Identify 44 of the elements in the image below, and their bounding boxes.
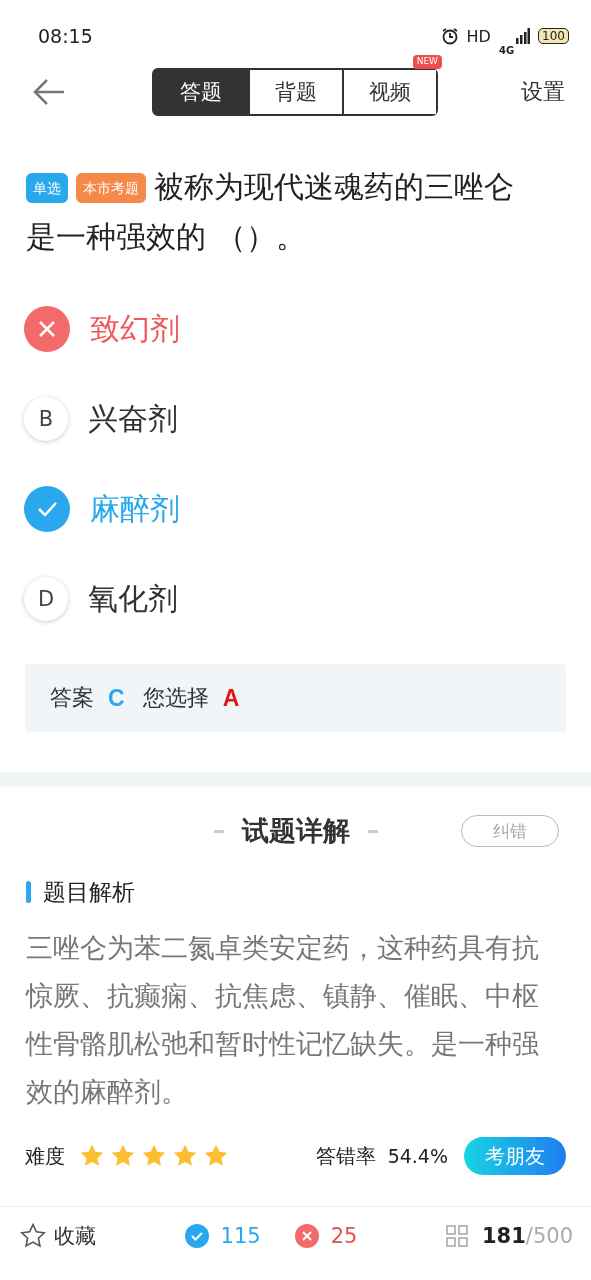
answer-label: 答案: [50, 684, 94, 712]
choice-label: 您选择: [142, 684, 209, 712]
settings-link[interactable]: 设置: [521, 77, 565, 107]
check-icon: [184, 1224, 209, 1248]
tab[interactable]: 答题: [154, 70, 248, 114]
correct-count: 115: [220, 1224, 261, 1248]
star-outline-icon[interactable]: [20, 1223, 46, 1249]
star-icon: [110, 1143, 136, 1169]
status-time: 08:15: [38, 25, 93, 47]
hd-indicator: HD: [466, 26, 491, 46]
question-tag: 单选: [26, 173, 68, 203]
star-icon: [172, 1143, 198, 1169]
chosen-answer: A: [222, 684, 240, 712]
network-type: 4G: [498, 44, 515, 56]
cross-icon: [294, 1224, 319, 1248]
star-icon: [79, 1143, 105, 1169]
star-icon: [141, 1143, 167, 1169]
alarm-icon: [440, 27, 459, 45]
error-rate-label: 答错率: [315, 1142, 376, 1170]
error-rate: 54.4%: [387, 1145, 448, 1167]
signal-icon: [516, 28, 531, 44]
back-arrow-icon[interactable]: [32, 78, 66, 106]
answer-option[interactable]: D 氧化剂: [24, 554, 567, 644]
star-icon: [203, 1143, 229, 1169]
question-text: 单选 本市考题 被称为现代迷魂药的三唑仑是一种强效的 （）。: [25, 168, 515, 256]
section-title: 试题详解: [241, 814, 350, 848]
question-tag: 本市考题: [76, 173, 146, 203]
explanation-text: 三唑仑为苯二氮卓类安定药，这种药具有抗惊厥、抗癫痫、抗焦虑、镇静、催眠、中枢性骨骼肌松弛和暂时性记忆缺失。是一种强效的麻醉剂。: [26, 931, 540, 1109]
option-letter: B: [24, 397, 68, 441]
tab[interactable]: 视频: [342, 70, 436, 114]
difficulty-label: 难度: [25, 1142, 65, 1170]
cross-icon: [24, 306, 70, 352]
current-question: 181: [482, 1224, 526, 1248]
accent-bar: [26, 881, 31, 903]
new-badge: NEW: [412, 55, 442, 69]
wrong-count: 25: [330, 1224, 358, 1248]
battery-indicator: 100: [538, 28, 569, 44]
total-questions: /500: [525, 1224, 573, 1248]
option-letter: D: [24, 577, 68, 621]
answer-option[interactable]: B 兴奋剂: [24, 374, 567, 464]
check-icon: [24, 486, 70, 532]
favorite-label[interactable]: 收藏: [54, 1222, 96, 1250]
subsection-title: 题目解析: [43, 877, 135, 907]
correct-answer: C: [108, 684, 125, 712]
